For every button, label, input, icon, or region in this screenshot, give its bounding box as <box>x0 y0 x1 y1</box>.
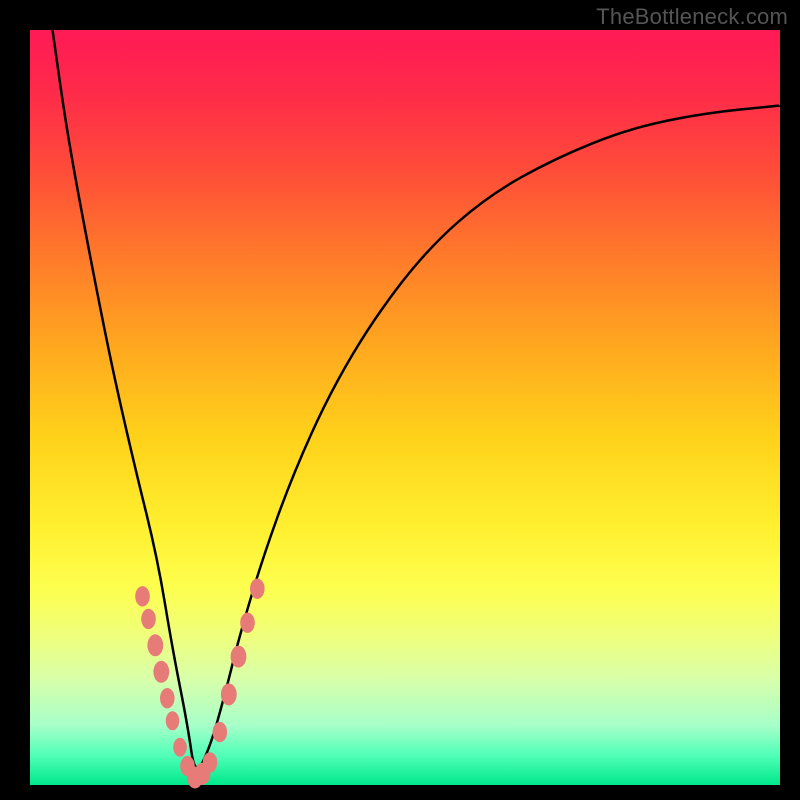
bottleneck-curve <box>53 30 781 768</box>
curve-bead <box>213 722 228 742</box>
curve-bead <box>153 661 169 683</box>
curve-bead <box>250 579 265 599</box>
watermark-text: TheBottleneck.com <box>596 4 788 30</box>
curve-bead <box>160 688 175 708</box>
curve-bead <box>221 683 237 705</box>
curve-bead <box>147 634 163 656</box>
curve-bead <box>203 752 218 772</box>
curve-bead <box>240 613 255 633</box>
curve-bead <box>141 609 156 629</box>
curve-bead <box>173 738 187 757</box>
curve-bead <box>166 711 180 730</box>
curve-bead <box>135 586 150 606</box>
chart-svg <box>0 0 800 800</box>
curve-bead <box>231 646 247 668</box>
chart-frame: TheBottleneck.com <box>0 0 800 800</box>
